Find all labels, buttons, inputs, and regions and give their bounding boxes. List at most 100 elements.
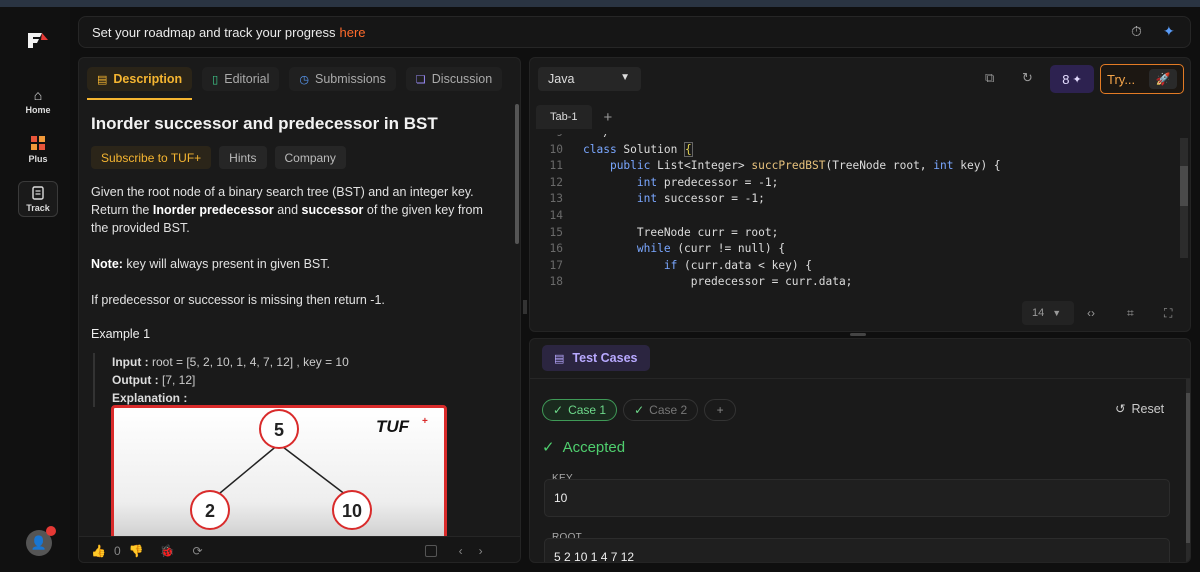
description-paragraph: Given the root node of a binary search t… xyxy=(91,185,483,235)
case-1-tab[interactable]: ✓ Case 1 xyxy=(542,399,618,421)
tests-header: ▤ Test Cases xyxy=(530,339,1190,379)
tab-label: Submissions xyxy=(315,72,386,86)
code-line[interactable]: 18 predecessor = curr.data; xyxy=(530,275,1175,290)
code-text: */ xyxy=(583,134,609,143)
explanation-image: 5 2 10 TUF + xyxy=(111,405,447,545)
code-line[interactable]: 13 int successor = -1; xyxy=(530,192,1175,209)
case-tabs: ✓ Case 1 ✓ Case 2 + xyxy=(542,399,737,421)
tuf-watermark: TUF xyxy=(376,417,410,436)
app-logo-icon[interactable] xyxy=(26,29,50,51)
tab-label: Test Cases xyxy=(572,351,638,365)
bug-icon[interactable]: 🐞 xyxy=(160,544,175,558)
reset-label: Reset xyxy=(1131,401,1165,416)
code-line[interactable]: 10 class Solution { xyxy=(530,141,1175,160)
code-area[interactable]: 9 */10class Solution {11 public List<Int… xyxy=(530,134,1175,290)
code-brackets-icon[interactable]: ‹› xyxy=(1087,306,1095,320)
font-size-value: 14 xyxy=(1032,307,1045,319)
timer-icon[interactable]: ⏱ xyxy=(1131,23,1142,40)
tab-discussion[interactable]: ❏ Discussion xyxy=(405,67,503,91)
dislike-icon[interactable]: 👎 xyxy=(129,544,144,558)
example-block: Input : root = [5, 2, 10, 1, 4, 7, 12] ,… xyxy=(93,353,501,407)
ai-credits-badge[interactable]: 8 ✦ xyxy=(1050,65,1094,93)
problem-footer: 👍 0 👎 🐞 ⟳ ‹ › xyxy=(79,536,520,562)
sparkle-icon[interactable]: ✦ xyxy=(1163,23,1175,40)
next-icon[interactable]: › xyxy=(479,544,483,558)
code-line[interactable]: 11 public List<Integer> succPredBST(Tree… xyxy=(530,159,1175,176)
scroll-thumb[interactable] xyxy=(1186,393,1190,543)
fullscreen-icon[interactable]: ⛶ xyxy=(1164,306,1172,321)
code-line[interactable]: 15 TreeNode curr = root; xyxy=(530,226,1175,243)
language-value: Java xyxy=(548,72,575,86)
reset-button[interactable]: ↺ Reset xyxy=(1115,401,1165,417)
copy-icon[interactable]: ⧉ xyxy=(985,70,994,86)
chevron-down-icon: ▼ xyxy=(1052,308,1062,318)
like-count: 0 xyxy=(113,543,121,558)
code-line[interactable]: 14 xyxy=(530,209,1175,226)
language-select[interactable]: Java ▼ xyxy=(538,67,641,91)
book-icon: ▯ xyxy=(212,73,219,86)
case-label: Case 1 xyxy=(568,403,607,417)
prev-icon[interactable]: ‹ xyxy=(459,544,463,558)
panel-resize-handle[interactable] xyxy=(523,300,527,314)
document-icon: ▤ xyxy=(97,73,108,86)
company-chip[interactable]: Company xyxy=(274,146,346,169)
check-icon: ✓ xyxy=(634,403,645,417)
panel-scrollbar[interactable] xyxy=(515,104,519,244)
avatar[interactable]: 👤 xyxy=(26,526,56,556)
notification-dot xyxy=(46,526,56,536)
case-2-tab[interactable]: ✓ Case 2 xyxy=(623,399,699,421)
example-output: Output : [7, 12] xyxy=(112,373,196,387)
problem-panel: ▤ Description ▯ Editorial ◷ Submissions … xyxy=(78,57,521,563)
code-line[interactable]: 12 int predecessor = -1; xyxy=(530,176,1175,193)
banner-link[interactable]: here xyxy=(340,25,366,40)
root-value: 5 2 10 1 4 7 12 xyxy=(554,550,635,563)
add-tab-icon[interactable]: + xyxy=(604,109,613,126)
share-icon[interactable]: ⟳ xyxy=(193,544,203,558)
subscribe-chip[interactable]: Subscribe to TUF+ xyxy=(91,146,212,169)
problem-title: Inorder successor and predecessor in BST xyxy=(91,114,438,133)
root-field[interactable]: 5 2 10 1 4 7 12 xyxy=(544,538,1170,563)
plus-mark-icon: + xyxy=(422,416,428,427)
code-line[interactable]: 9 */ xyxy=(530,134,1175,143)
hints-chip[interactable]: Hints xyxy=(219,146,267,169)
tab-test-cases[interactable]: ▤ Test Cases xyxy=(542,345,650,371)
line-number: 18 xyxy=(549,275,563,289)
key-field[interactable]: 10 xyxy=(544,479,1170,517)
code-line[interactable]: 16 while (curr != null) { xyxy=(530,242,1175,259)
tab-submissions[interactable]: ◷ Submissions xyxy=(289,67,396,91)
scroll-thumb[interactable] xyxy=(1180,166,1188,206)
track-doc-icon xyxy=(32,185,44,200)
editor-scrollbar[interactable] xyxy=(1180,138,1188,258)
vertical-resize-handle[interactable] xyxy=(850,333,866,336)
try-label: Try... xyxy=(1107,71,1136,87)
rail-item-track[interactable]: Track xyxy=(18,181,58,217)
checkbox-icon[interactable] xyxy=(424,544,437,557)
try-button[interactable]: Try... 🚀 xyxy=(1100,64,1184,94)
line-number: 11 xyxy=(549,159,563,173)
tab-description[interactable]: ▤ Description xyxy=(87,67,193,100)
key-value: 10 xyxy=(554,491,568,505)
reset-icon: ↺ xyxy=(1115,402,1126,416)
bst-node-label: 10 xyxy=(342,501,362,521)
editor-toolbar: Java ▼ ⧉ ↻ 8 ✦ Try... 🚀 xyxy=(530,58,1190,100)
rail-item-plus[interactable]: Plus xyxy=(18,129,58,169)
line-number: 15 xyxy=(549,225,563,239)
rail-item-home[interactable]: ⌂ Home xyxy=(18,81,58,121)
add-case-button[interactable]: + xyxy=(704,399,737,421)
font-size-select[interactable]: 14 ▼ xyxy=(1022,301,1074,325)
reset-code-icon[interactable]: ↻ xyxy=(1022,70,1033,86)
missing-paragraph: If predecessor or successor is missing t… xyxy=(91,293,385,307)
like-icon[interactable]: 👍 xyxy=(91,544,106,558)
code-text: predecessor = curr.data; xyxy=(583,275,853,289)
file-tab[interactable]: Tab-1 xyxy=(536,105,592,129)
rail-item-label: Track xyxy=(26,202,50,213)
check-icon: ✓ xyxy=(542,439,555,456)
side-rail: ⌂ Home Plus Track 👤 xyxy=(0,7,70,572)
format-icon[interactable]: ⌗ xyxy=(1127,306,1134,321)
example-heading: Example 1 xyxy=(91,327,151,341)
clock-icon: ◷ xyxy=(299,73,310,86)
tests-scrollbar[interactable] xyxy=(1186,379,1190,562)
rocket-icon[interactable]: 🚀 xyxy=(1149,69,1177,89)
tab-editorial[interactable]: ▯ Editorial xyxy=(202,67,280,91)
code-line[interactable]: 17 if (curr.data < key) { xyxy=(530,259,1175,276)
